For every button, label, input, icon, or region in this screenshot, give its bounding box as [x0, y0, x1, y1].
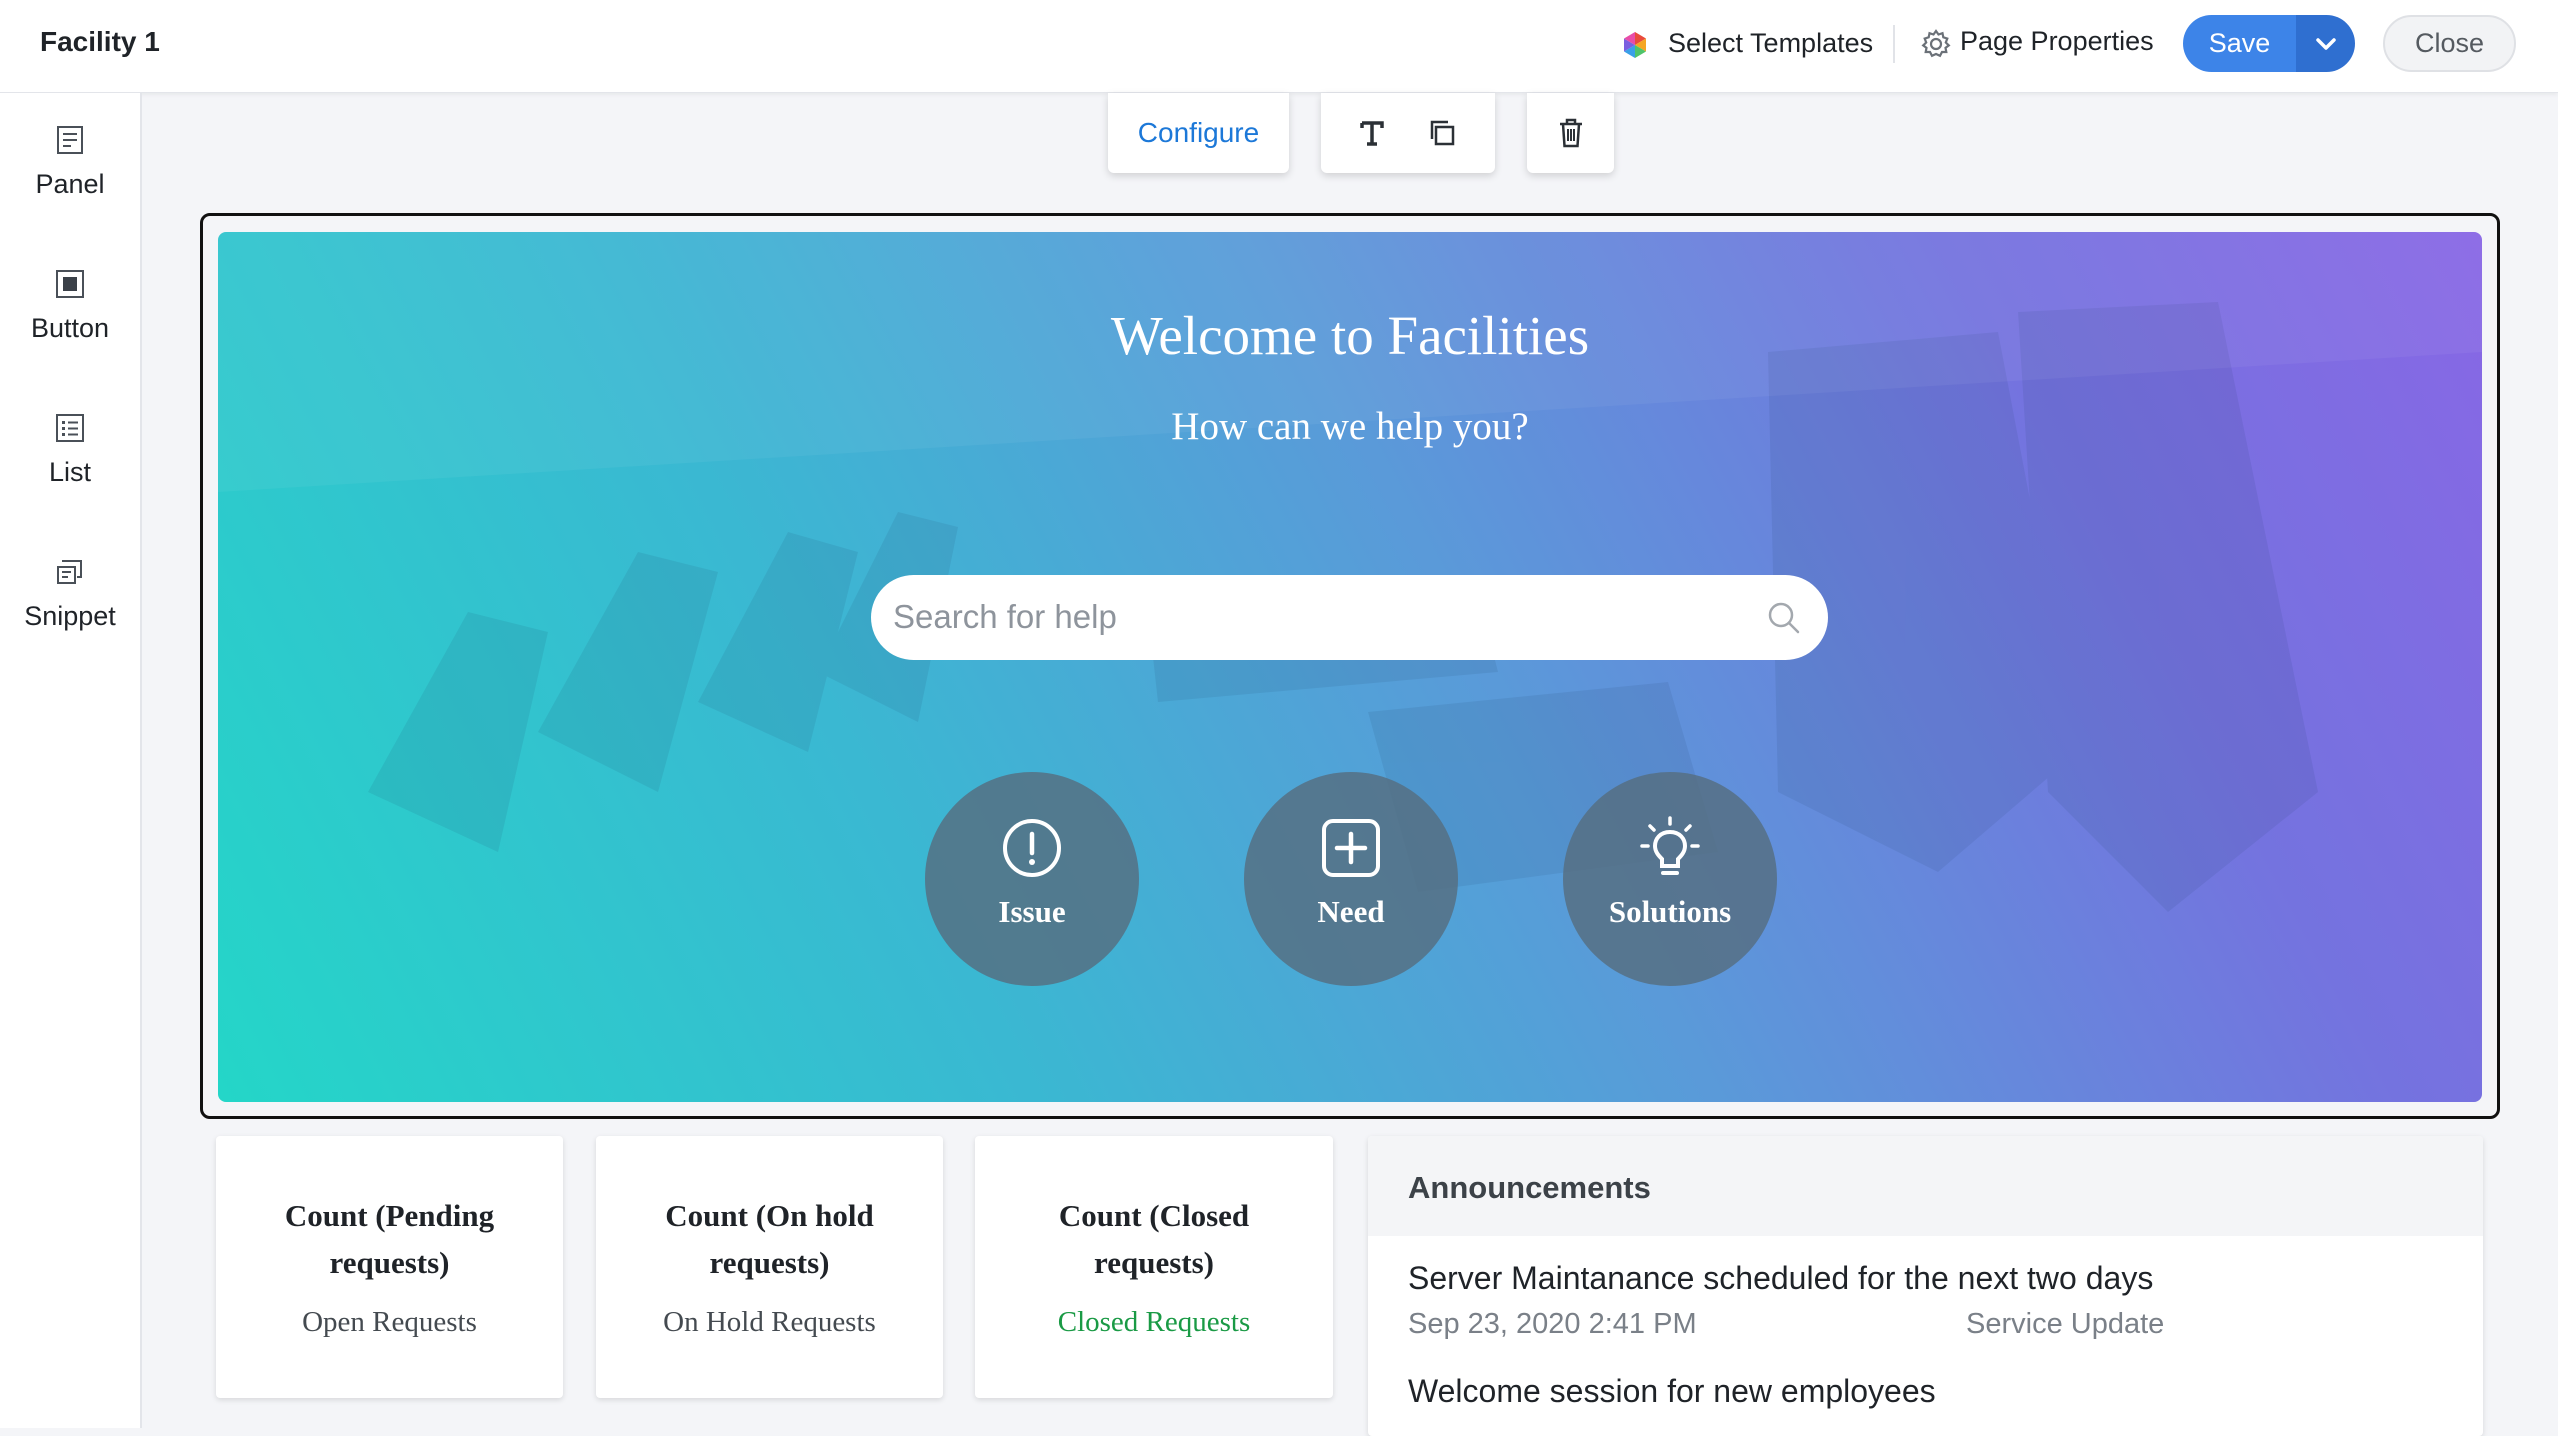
list-icon: [56, 414, 84, 442]
announcement-category: Service Update: [1966, 1308, 2165, 1340]
hero-banner: Welcome to Facilities How can we help yo…: [218, 232, 2482, 1102]
close-button[interactable]: Close: [2383, 15, 2516, 72]
snippet-icon: [57, 560, 82, 584]
sidebar-item-label: Button: [30, 313, 110, 343]
card-subtitle: Closed Requests: [1057, 1306, 1251, 1338]
sidebar-item-label: Panel: [35, 169, 105, 199]
search-input[interactable]: [893, 587, 1733, 647]
count-card-closed[interactable]: Count (Closed requests) Closed Requests: [975, 1136, 1333, 1398]
need-label: Need: [1317, 894, 1385, 929]
hero-subtitle: How can we help you?: [1171, 405, 1529, 448]
save-dropdown-button[interactable]: [2296, 15, 2355, 72]
announcement-title[interactable]: Welcome session for new employees: [1408, 1373, 1936, 1410]
need-button[interactable]: Need: [1244, 772, 1458, 986]
copy-icon[interactable]: [1427, 118, 1457, 148]
sidebar-item-list[interactable]: List: [0, 411, 140, 488]
chevron-down-icon: [2315, 37, 2336, 50]
announcement-title[interactable]: Server Maintanance scheduled for the nex…: [1408, 1260, 2153, 1297]
configure-button[interactable]: Configure: [1108, 93, 1289, 173]
solutions-label: Solutions: [1608, 894, 1732, 929]
announcements-title: Announcements: [1408, 1170, 1651, 1205]
top-bar: Facility 1 Select Templates Page Propert…: [0, 0, 2558, 93]
issue-label: Issue: [998, 894, 1066, 929]
templates-icon[interactable]: [1620, 30, 1650, 60]
card-title: Count (Closed requests): [1058, 1198, 1250, 1280]
plus-square-icon: [1322, 819, 1380, 877]
sidebar-item-label: Snippet: [24, 601, 116, 631]
count-card-pending[interactable]: Count (Pending requests) Open Requests: [216, 1136, 563, 1398]
sidebar-item-panel[interactable]: Panel: [0, 123, 140, 200]
header-divider: [1893, 25, 1895, 63]
trash-icon: [1559, 118, 1582, 148]
sidebar-item-button[interactable]: Button: [0, 267, 140, 344]
delete-button[interactable]: [1527, 93, 1614, 173]
exclamation-circle-icon: [1003, 819, 1061, 877]
search-icon[interactable]: [1766, 600, 1802, 636]
card-title: Count (Pending requests): [284, 1198, 495, 1280]
card-title: Count (On hold requests): [665, 1198, 874, 1280]
search-box: [871, 575, 1828, 660]
issue-button[interactable]: Issue: [925, 772, 1139, 986]
component-sidebar: Panel Button List Snippet: [0, 93, 142, 1428]
page-properties-button[interactable]: Page Properties: [1960, 26, 2154, 57]
lightbulb-icon: [1640, 816, 1700, 875]
announcements-header: Announcements: [1368, 1136, 2483, 1236]
solutions-button[interactable]: Solutions: [1563, 772, 1777, 986]
save-button[interactable]: Save: [2183, 15, 2296, 72]
sidebar-item-label: List: [48, 457, 92, 487]
sidebar-item-snippet[interactable]: Snippet: [0, 555, 140, 632]
hero-title: Welcome to Facilities: [1110, 305, 1590, 366]
card-subtitle: On Hold Requests: [663, 1306, 876, 1338]
edit-tools: [1321, 93, 1495, 173]
panel-icon: [57, 126, 83, 154]
button-icon: [56, 270, 84, 298]
select-templates-button[interactable]: Select Templates: [1668, 28, 1873, 59]
text-icon[interactable]: [1359, 119, 1385, 147]
announcement-date: Sep 23, 2020 2:41 PM: [1408, 1308, 1697, 1340]
count-card-on-hold[interactable]: Count (On hold requests) On Hold Request…: [596, 1136, 943, 1398]
announcements-panel: Announcements Server Maintanance schedul…: [1368, 1136, 2483, 1436]
page-title: Facility 1: [40, 26, 160, 57]
gear-icon[interactable]: [1920, 28, 1952, 60]
card-subtitle: Open Requests: [302, 1306, 477, 1338]
